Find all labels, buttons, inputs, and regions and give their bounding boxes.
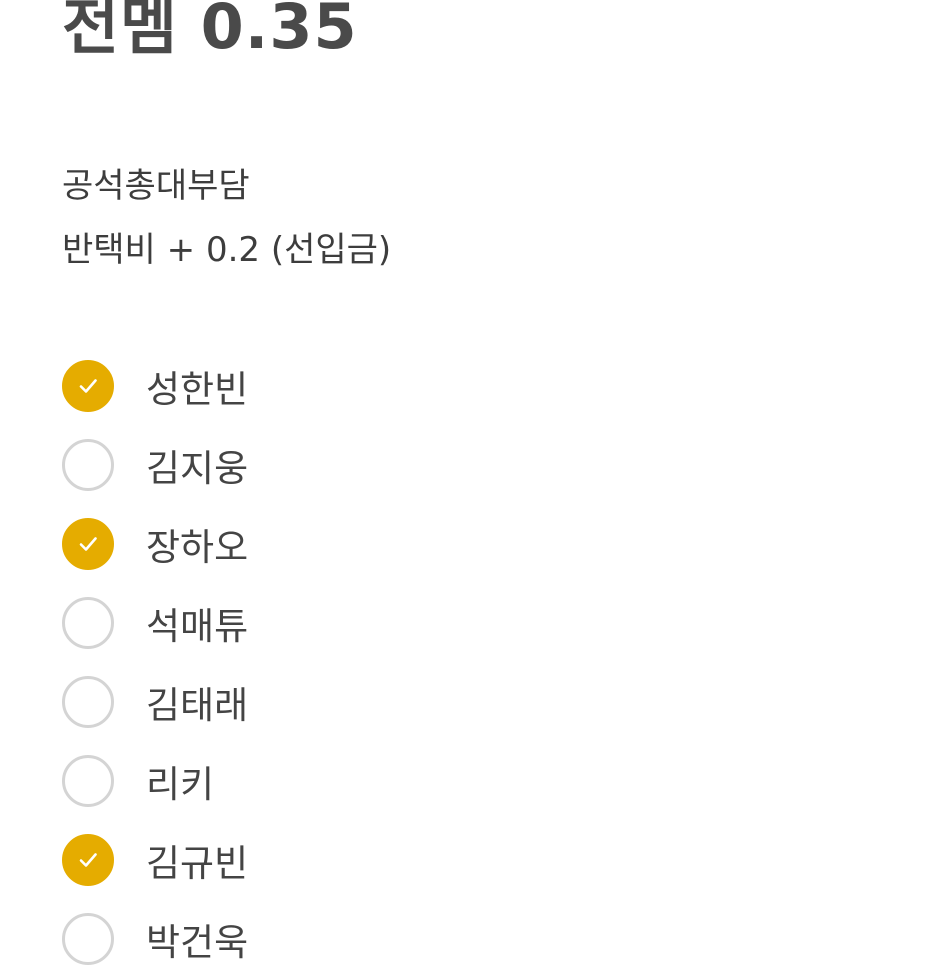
member-checklist: 성한빈 김지웅 장하오 석매튜 김태래 리키 김규빈 박건욱 <box>62 346 248 978</box>
description: 공석총대부담 반택비 + 0.2 (선입금) <box>62 154 391 282</box>
member-name: 석매튜 <box>146 604 249 648</box>
checkbox[interactable] <box>62 754 114 807</box>
checkbox[interactable] <box>62 517 114 570</box>
member-item[interactable]: 성한빈 <box>62 346 248 425</box>
checkbox[interactable] <box>62 438 114 491</box>
member-name: 김규빈 <box>146 841 249 885</box>
member-name: 장하오 <box>146 525 249 569</box>
member-name: 박건욱 <box>146 920 249 964</box>
member-name: 김태래 <box>146 683 249 727</box>
member-name: 성한빈 <box>146 367 249 411</box>
member-item[interactable]: 장하오 <box>62 504 248 583</box>
member-name: 리키 <box>146 762 215 806</box>
checkbox[interactable] <box>62 833 114 886</box>
member-name: 김지웅 <box>146 446 249 490</box>
member-item[interactable]: 리키 <box>62 741 248 820</box>
checkbox[interactable] <box>62 596 114 649</box>
checkmark-icon <box>79 378 97 393</box>
member-item[interactable]: 김규빈 <box>62 820 248 899</box>
checkbox[interactable] <box>62 912 114 965</box>
member-item[interactable]: 박건욱 <box>62 899 248 978</box>
description-line-1: 공석총대부담 <box>62 166 250 206</box>
member-item[interactable]: 김지웅 <box>62 425 248 504</box>
member-item[interactable]: 석매튜 <box>62 583 248 662</box>
checkbox[interactable] <box>62 675 114 728</box>
checkmark-icon <box>79 852 97 867</box>
page-title: 전멤 0.35 <box>62 0 358 63</box>
description-line-2: 반택비 + 0.2 (선입금) <box>62 230 392 270</box>
member-item[interactable]: 김태래 <box>62 662 248 741</box>
checkbox[interactable] <box>62 359 114 412</box>
checkmark-icon <box>79 536 97 551</box>
